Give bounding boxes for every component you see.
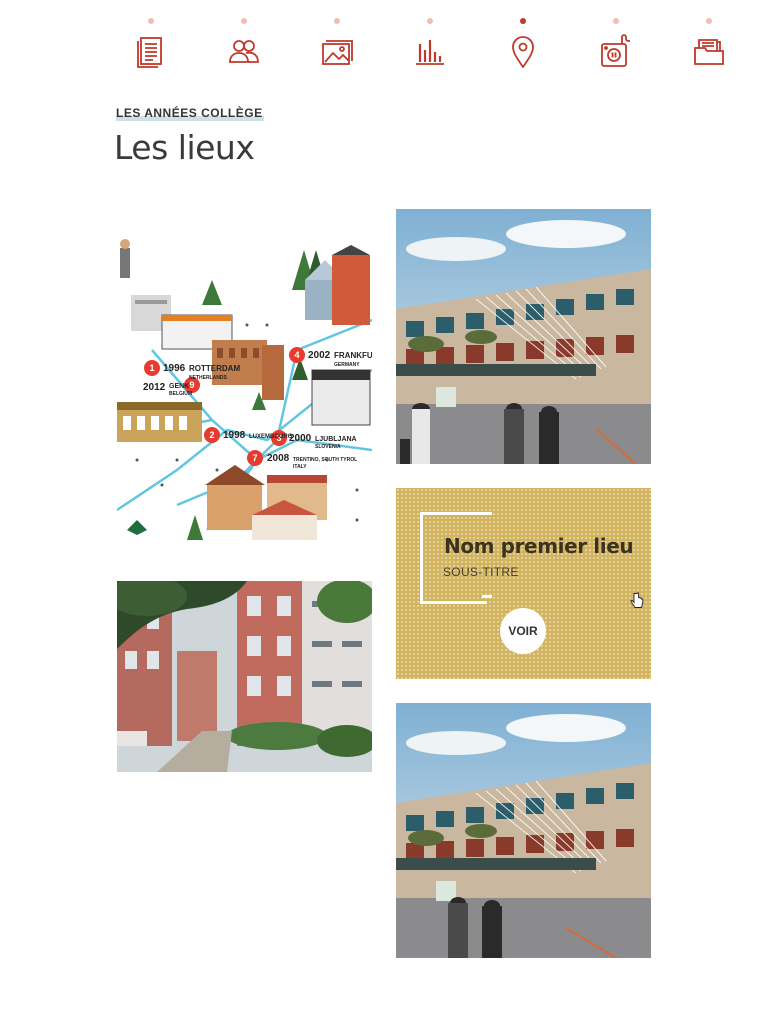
featured-frame-corner — [482, 595, 492, 598]
nav-item-documents[interactable] — [129, 18, 173, 74]
featured-frame-corner — [482, 512, 492, 515]
map-country: NETHERLANDS — [189, 375, 227, 381]
tile-residence-photo[interactable] — [117, 581, 372, 772]
map-country: SLOVENIA — [315, 444, 341, 450]
featured-title: Nom premier lieu — [444, 534, 634, 558]
map-year: 2002 — [308, 350, 331, 361]
nav-item-audio[interactable] — [594, 18, 638, 74]
map-marker-2: 2 — [209, 430, 214, 440]
map-year: 1998 — [223, 430, 246, 441]
tile-featured-place[interactable]: Nom premier lieu SOUS-TITRE VOIR — [396, 488, 651, 679]
map-country: GERMANY — [334, 362, 360, 368]
map-country: BELGIUM — [169, 391, 192, 397]
nav-item-archives[interactable] — [687, 18, 731, 74]
map-year: 1996 — [163, 363, 186, 374]
nav-indicator-dot — [427, 18, 433, 24]
nav-indicator-dot — [334, 18, 340, 24]
audio-player-icon — [600, 34, 632, 68]
residence-courtyard-photo — [117, 581, 372, 772]
nav-indicator-dot — [148, 18, 154, 24]
featured-frame — [420, 512, 487, 604]
school-building-photo — [396, 209, 651, 464]
nav-indicator-dot — [613, 18, 619, 24]
section-label: LES ANNÉES COLLÈGE — [116, 106, 264, 121]
nav-indicator-dot-active — [520, 18, 526, 24]
map-marker-9: 9 — [189, 380, 194, 390]
people-icon — [228, 34, 260, 68]
nav-item-people[interactable] — [222, 18, 266, 74]
map-country: ITALY — [293, 464, 307, 470]
location-pin-icon — [507, 34, 539, 68]
illustrated-map-image: 1 9 4 2 3 7 1996 ROTTERDAM NETHERLANDS 2… — [117, 239, 372, 540]
map-city: LUXEMBOURG — [249, 434, 293, 440]
bar-chart-icon — [414, 34, 446, 68]
map-city: LJUBLJANA — [315, 436, 357, 443]
map-city: TRENTINO, SOUTH TYROL — [293, 457, 357, 463]
nav-item-images[interactable] — [315, 18, 359, 74]
map-marker-4: 4 — [294, 350, 299, 360]
map-city: GENK — [169, 383, 189, 390]
map-city: FRANKFURT — [334, 351, 372, 360]
voir-button[interactable]: VOIR — [500, 608, 546, 654]
top-nav — [0, 0, 768, 80]
featured-subtitle: SOUS-TITRE — [443, 565, 519, 579]
tile-school-photo-2[interactable] — [396, 703, 651, 958]
tile-illustrated-map[interactable]: 1 9 4 2 3 7 1996 ROTTERDAM NETHERLANDS 2… — [117, 230, 372, 558]
folder-icon — [693, 34, 725, 68]
nav-item-statistics[interactable] — [408, 18, 452, 74]
map-city: ROTTERDAM — [189, 364, 240, 373]
nav-indicator-dot — [706, 18, 712, 24]
map-marker-7: 7 — [252, 453, 257, 463]
tile-school-photo[interactable] — [396, 209, 651, 464]
images-icon — [321, 34, 353, 68]
map-year: 2012 — [143, 382, 166, 393]
document-icon — [135, 34, 167, 68]
page-title: Les lieux — [114, 128, 255, 167]
nav-indicator-dot — [241, 18, 247, 24]
map-year: 2000 — [289, 433, 312, 444]
map-marker-1: 1 — [149, 363, 154, 373]
hand-cursor-icon — [630, 592, 644, 608]
map-year: 2008 — [267, 453, 290, 464]
school-building-photo — [396, 703, 651, 958]
nav-item-places[interactable] — [501, 18, 545, 74]
